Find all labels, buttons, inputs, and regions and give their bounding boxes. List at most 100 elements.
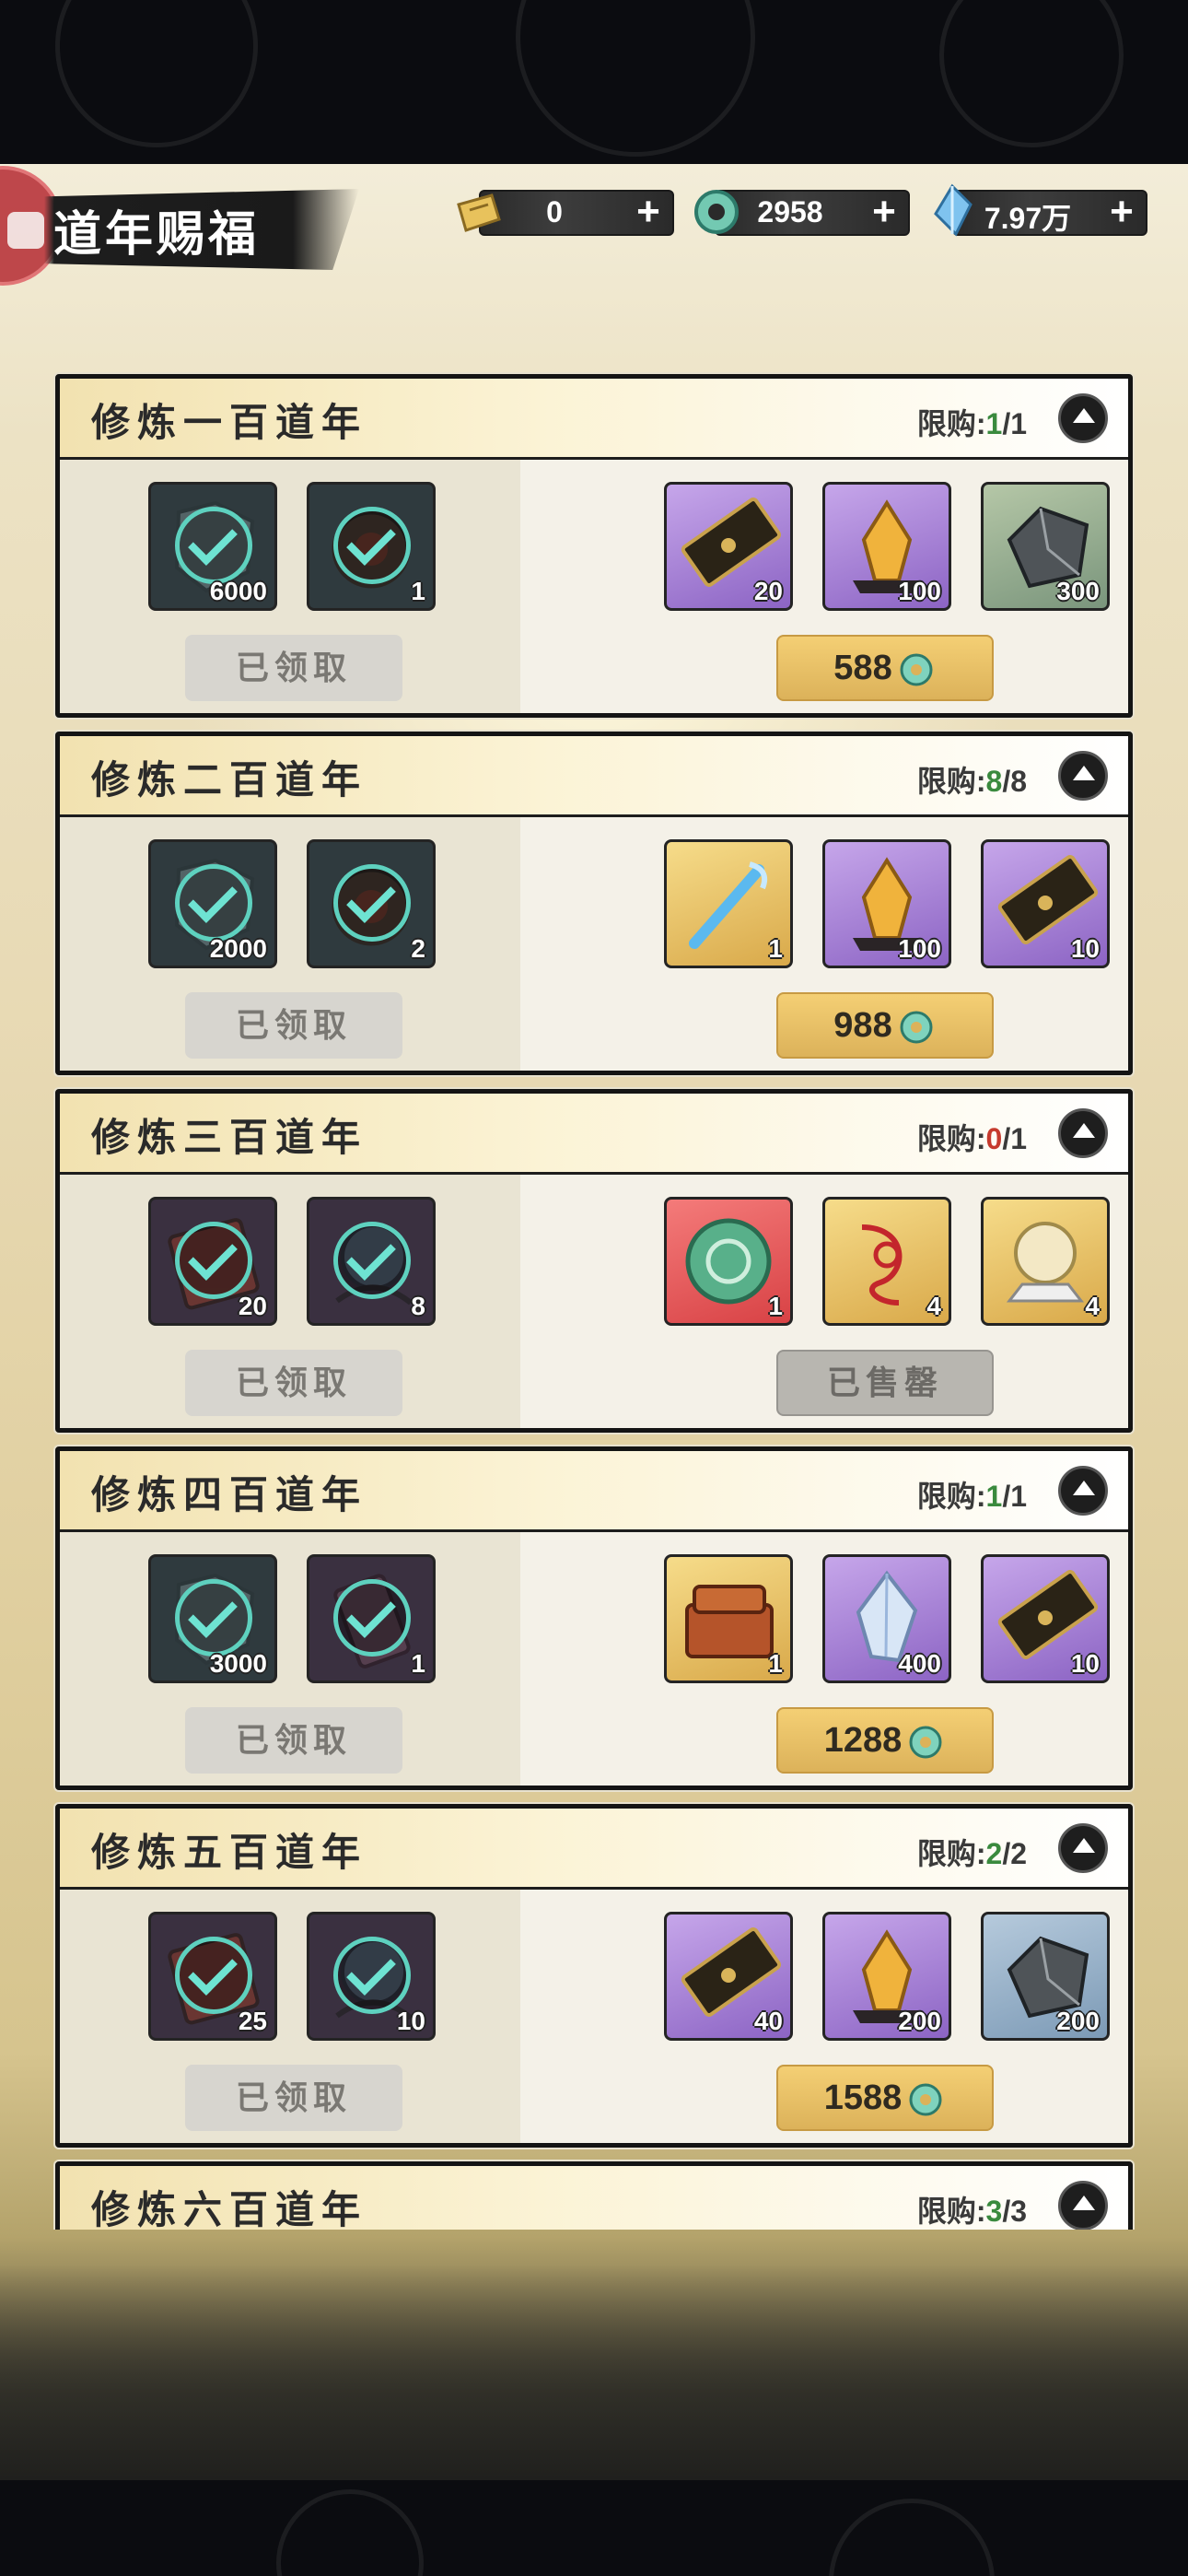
add-crystal-button[interactable]: + bbox=[1103, 192, 1140, 234]
paid-reward-item[interactable]: 10 bbox=[981, 1554, 1110, 1683]
limit-label: 限购: bbox=[916, 1480, 986, 1513]
sold-out-button[interactable]: 已售罄 bbox=[776, 1350, 994, 1416]
tier-title: 修炼六百道年 bbox=[91, 2187, 368, 2230]
free-reward-item[interactable]: 8 bbox=[307, 1197, 436, 1326]
collapse-chevron-up-icon[interactable] bbox=[1058, 393, 1108, 443]
claimed-check-icon bbox=[333, 864, 411, 942]
claimed-button[interactable]: 已领取 bbox=[185, 1707, 402, 1774]
purchase-limit: 限购:8/8 bbox=[917, 758, 1027, 801]
cloud-swirl-decoration bbox=[276, 2489, 424, 2576]
paid-reward-item[interactable]: 4 bbox=[981, 1197, 1110, 1326]
claimed-button[interactable]: 已领取 bbox=[185, 635, 402, 701]
free-reward-item[interactable]: 25 bbox=[148, 1912, 277, 2041]
item-quantity: 2 bbox=[411, 934, 425, 963]
price-value: 988 bbox=[833, 1006, 892, 1045]
paid-reward-item[interactable]: 400 bbox=[822, 1554, 951, 1683]
limit-used: 8 bbox=[985, 765, 1003, 798]
collapse-chevron-up-icon[interactable] bbox=[1058, 1108, 1108, 1158]
claimed-check-icon bbox=[175, 507, 252, 584]
collapse-chevron-up-icon[interactable] bbox=[1058, 751, 1108, 801]
free-reward-item[interactable]: 20 bbox=[148, 1197, 277, 1326]
paid-reward-item[interactable]: 100 bbox=[822, 839, 951, 968]
free-reward-item[interactable]: 2 bbox=[307, 839, 436, 968]
free-reward-item[interactable]: 10 bbox=[307, 1912, 436, 2041]
claimed-check-icon bbox=[175, 1937, 252, 2014]
limit-label: 限购: bbox=[916, 1122, 986, 1155]
bottom-status-area bbox=[0, 2480, 1188, 2576]
limit-used: 1 bbox=[985, 407, 1003, 440]
item-quantity: 10 bbox=[396, 2007, 425, 2035]
paid-reward-item[interactable]: 1 bbox=[664, 1197, 793, 1326]
price-value: 588 bbox=[833, 649, 892, 687]
paid-reward-item[interactable]: 1 bbox=[664, 1554, 793, 1683]
claimed-button[interactable]: 已领取 bbox=[185, 1350, 402, 1416]
free-reward-item[interactable]: 3000 bbox=[148, 1554, 277, 1683]
paid-reward-item[interactable]: 200 bbox=[822, 1912, 951, 2041]
tier-title: 修炼三百道年 bbox=[91, 1115, 368, 1160]
tier-title: 修炼一百道年 bbox=[91, 400, 368, 445]
item-quantity: 400 bbox=[898, 1649, 941, 1678]
limit-separator: / bbox=[1002, 765, 1011, 798]
top-status-area bbox=[0, 0, 1188, 164]
free-reward-item[interactable]: 1 bbox=[307, 1554, 436, 1683]
paid-reward-item[interactable]: 300 bbox=[981, 482, 1110, 611]
paid-reward-section: 40 200 200 1588 bbox=[520, 1890, 1128, 2143]
item-quantity: 1 bbox=[411, 577, 425, 605]
add-jade-button[interactable]: + bbox=[866, 192, 903, 234]
limit-label: 限购: bbox=[916, 1837, 986, 1870]
currency-ticket-bar: 0 + bbox=[479, 190, 674, 236]
buy-price-button[interactable]: 1588 bbox=[776, 2065, 994, 2131]
claimed-button[interactable]: 已领取 bbox=[185, 2065, 402, 2131]
tier-card-body: 2000 2 已领取 1 100 10 988 bbox=[60, 817, 1128, 1071]
free-reward-section: 6000 1 已领取 bbox=[60, 460, 520, 713]
item-quantity: 20 bbox=[238, 1292, 267, 1320]
free-reward-item[interactable]: 1 bbox=[307, 482, 436, 611]
tier-card-header: 修炼一百道年 限购:1/1 bbox=[60, 379, 1128, 460]
tier-card: 修炼四百道年 限购:1/1 3000 1 已领取 1 400 10 1288 bbox=[55, 1446, 1133, 1790]
jade-ring-icon bbox=[909, 1726, 942, 1759]
claimed-check-icon bbox=[333, 1579, 411, 1657]
item-quantity: 1 bbox=[768, 1649, 783, 1678]
paid-reward-item[interactable]: 10 bbox=[981, 839, 1110, 968]
limit-total: 2 bbox=[1010, 1837, 1027, 1870]
collapse-chevron-up-icon[interactable] bbox=[1058, 2181, 1108, 2230]
spirit-crystal-icon bbox=[934, 183, 973, 237]
paid-reward-item[interactable]: 20 bbox=[664, 482, 793, 611]
claimed-check-icon bbox=[333, 507, 411, 584]
add-ticket-button[interactable]: + bbox=[630, 192, 667, 234]
claimed-check-icon bbox=[175, 1579, 252, 1657]
tier-card-header: 修炼六百道年 限购:3/3 bbox=[60, 2166, 1128, 2230]
limit-total: 3 bbox=[1010, 2195, 1027, 2228]
price-value: 1588 bbox=[823, 2078, 903, 2117]
tier-title: 修炼五百道年 bbox=[91, 1830, 368, 1875]
free-reward-item[interactable]: 2000 bbox=[148, 839, 277, 968]
item-quantity: 200 bbox=[1056, 2007, 1100, 2035]
jade-ring-icon bbox=[900, 653, 933, 686]
item-quantity: 6000 bbox=[209, 577, 267, 605]
limit-used: 1 bbox=[985, 1480, 1003, 1513]
limit-used: 0 bbox=[985, 1122, 1003, 1155]
cloud-swirl-decoration bbox=[939, 0, 1124, 147]
buy-price-button[interactable]: 588 bbox=[776, 635, 994, 701]
buy-price-button[interactable]: 1288 bbox=[776, 1707, 994, 1774]
item-quantity: 10 bbox=[1070, 934, 1100, 963]
paid-reward-item[interactable]: 40 bbox=[664, 1912, 793, 2041]
item-quantity: 25 bbox=[238, 2007, 267, 2035]
free-reward-section: 3000 1 已领取 bbox=[60, 1532, 520, 1786]
paid-reward-item[interactable]: 1 bbox=[664, 839, 793, 968]
paid-reward-item[interactable]: 100 bbox=[822, 482, 951, 611]
gold-ticket-icon bbox=[457, 193, 501, 232]
buy-price-button[interactable]: 988 bbox=[776, 992, 994, 1059]
claimed-button[interactable]: 已领取 bbox=[185, 992, 402, 1059]
tier-card-header: 修炼二百道年 限购:8/8 bbox=[60, 736, 1128, 817]
paid-reward-item[interactable]: 200 bbox=[981, 1912, 1110, 2041]
tier-card-body: 25 10 已领取 40 200 200 1588 bbox=[60, 1890, 1128, 2143]
jade-ring-icon bbox=[909, 2083, 942, 2116]
tier-card: 修炼二百道年 限购:8/8 2000 2 已领取 1 100 10 988 bbox=[55, 732, 1133, 1075]
jade-ring-icon bbox=[900, 1011, 933, 1044]
paid-reward-item[interactable]: 4 bbox=[822, 1197, 951, 1326]
collapse-chevron-up-icon[interactable] bbox=[1058, 1823, 1108, 1873]
free-reward-item[interactable]: 6000 bbox=[148, 482, 277, 611]
paid-reward-section: 1 4 4 已售罄 bbox=[520, 1175, 1128, 1428]
collapse-chevron-up-icon[interactable] bbox=[1058, 1466, 1108, 1516]
